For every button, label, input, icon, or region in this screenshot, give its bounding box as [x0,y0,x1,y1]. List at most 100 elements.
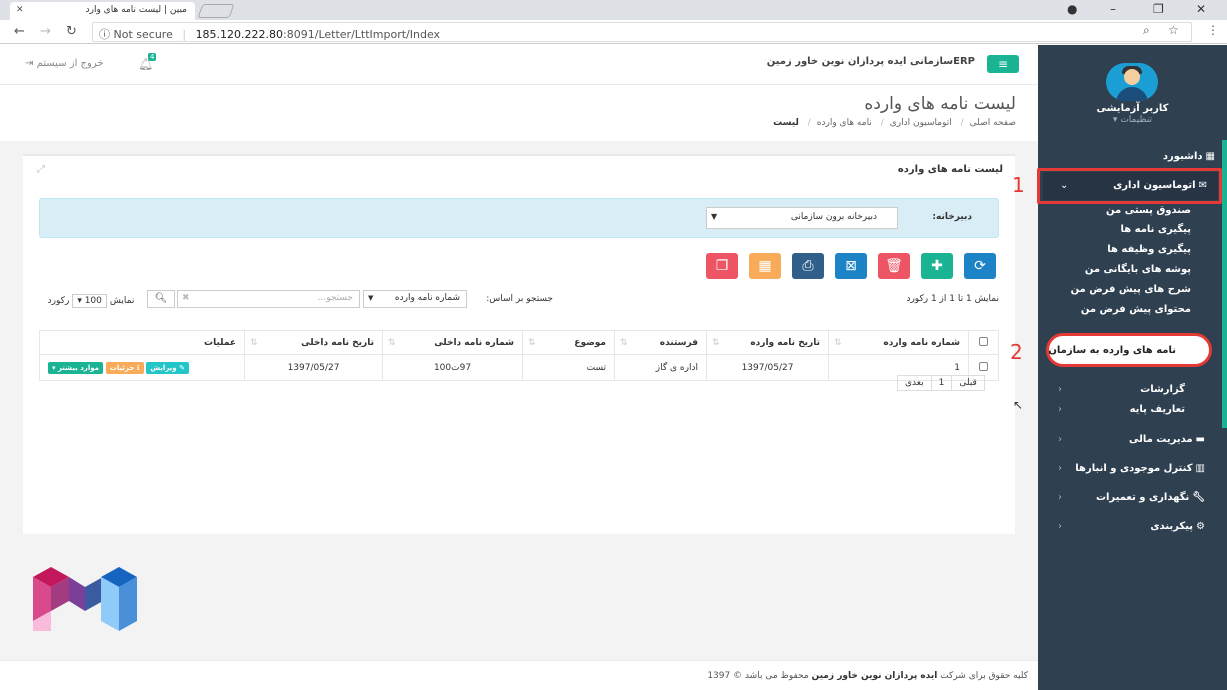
refresh-button[interactable]: ⟳ [964,253,996,279]
page-size-select[interactable]: 100 ▾ [72,294,107,308]
details-label: جزئیات [109,363,135,372]
page-title: لیست نامه های وارده [864,94,1016,114]
sidebar-item-base-definitions[interactable]: تعاریف پایه ‹ [1038,404,1227,415]
copy-icon: ❐ [715,258,729,274]
more-button[interactable]: موارد بیشتر ▾ [48,361,103,374]
close-tab-icon[interactable]: ✕ [16,5,24,15]
logout-link[interactable]: خروج از سیستم ⇥ [25,58,104,69]
search-input[interactable]: جستجو... ✖ [177,290,360,308]
brand-title: ERPسازمانی ایده پردازان نوین خاور زمین [766,56,975,67]
sidebar-item-archive-folders[interactable]: پوشه های بایگانی من [1085,264,1191,275]
col-internal-no[interactable]: شماره نامه داخلی ⇅ [382,330,523,355]
scroll-accent [1222,140,1227,428]
back-icon[interactable]: ← [14,24,25,39]
sidebar-item-office-automation[interactable]: ✉اتوماسیون اداری ⌄ [1038,180,1227,191]
print-button[interactable]: ⎙ [792,253,824,279]
page-1-button[interactable]: 1 [930,375,953,391]
user-settings-link[interactable]: تنظیمات ▾ [1038,115,1227,125]
cell-operations: موارد بیشتر ▾ ℹ جزئیات ✎ ویرایش [39,354,245,381]
cell-subject: تست [522,354,615,381]
zoom-icon[interactable]: ⌕ [1143,23,1150,38]
columns-button[interactable]: ▦ [749,253,781,279]
dropdown-arrow-icon: ▼ [711,212,718,221]
menu-toggle-button[interactable]: ≡ [987,55,1019,73]
breadcrumb-incoming[interactable]: نامه های وارده [817,118,872,128]
panel-title: لیست نامه های وارده [897,164,1003,175]
bookmark-star-icon[interactable]: ☆ [1168,23,1179,37]
clear-icon[interactable]: ✖ [182,293,190,303]
sidebar-item-finance[interactable]: ▬مدیریت مالی ‹ [1038,434,1227,445]
details-button[interactable]: ℹ جزئیات [105,361,144,374]
sidebar-item-task-tracking[interactable]: پیگیری وظیفه ها [1107,244,1191,255]
sidebar-item-reports[interactable]: گزارشات ‹ [1038,384,1227,395]
search-button[interactable]: 🔍︎ [147,290,175,308]
sidebar-item-configuration[interactable]: ⚙پیکربندی ‹ [1038,521,1227,532]
search-icon: 🔍︎ [154,293,168,304]
prev-page-button[interactable]: قبلی [951,375,985,391]
wallet-icon: ▬ [1195,434,1205,445]
new-tab-button[interactable] [197,4,235,18]
col-label: عملیات [204,337,236,348]
col-subject[interactable]: موضوع ⇅ [522,330,615,355]
sidebar-item-default-content[interactable]: محتوای پیش فرض من [1081,304,1191,315]
secretariat-select[interactable]: دبیرخانه برون سازمانی ▼ [706,207,898,229]
top-navbar: ≡ ERPسازمانی ایده پردازان نوین خاور زمین… [0,45,1038,85]
minimize-icon[interactable]: – [1110,2,1116,16]
col-letter-date[interactable]: تاریخ نامه وارده ⇅ [706,330,829,355]
logout-label: خروج از سیستم [36,58,104,69]
chevron-left-icon: ‹ [1058,463,1062,474]
user-name[interactable]: کاربر آزمایشی [1038,103,1227,114]
forward-icon[interactable]: → [40,24,51,39]
sidebar-item-maintenance[interactable]: 🔧︎نگهداری و تعمیرات ‹ [1038,492,1227,503]
checkbox[interactable] [979,336,988,346]
breadcrumb-home[interactable]: صفحه اصلی [970,118,1016,128]
sidebar-item-dashboard[interactable]: ▦داشبورد [1038,151,1227,162]
browser-tab[interactable]: مبین | لیست نامه های وارد ✕ [10,2,195,20]
search-placeholder: جستجو... [317,293,353,303]
add-button[interactable]: ✚ [921,253,953,279]
sidebar-item-incoming-org[interactable]: نامه های وارده به سازمان [1038,345,1227,356]
edit-button[interactable]: ✎ ویرایش [146,361,189,374]
maximize-icon[interactable]: ❐ [1153,2,1164,16]
checkbox[interactable] [979,361,988,371]
records-label: رکورد [47,296,70,306]
filter-label: دبیرخانه: [932,212,972,222]
next-page-button[interactable]: بعدی [897,375,932,391]
company-logo [33,567,137,631]
chart-icon: ▥ [1195,463,1205,474]
col-letter-no[interactable]: شماره نامه وارده ⇅ [828,330,969,355]
table-row[interactable]: 1 1397/05/27 اداره ی گاز تست 97ت100 1397… [39,354,999,381]
sidebar-item-mailbox[interactable]: صندوق پستی من [1106,205,1191,216]
not-secure-label: Not secure [113,28,173,41]
delete-button[interactable]: 🗑︎ [878,253,910,279]
avatar[interactable] [1106,63,1158,101]
excel-button[interactable]: ⊠ [835,253,867,279]
select-all-header[interactable] [968,330,999,355]
expand-icon[interactable]: ⤢ [37,164,45,175]
col-sender[interactable]: فرستنده ⇅ [614,330,707,355]
profile-icon[interactable]: ● [1067,2,1077,16]
browser-menu-icon[interactable]: ⋮ [1207,23,1219,37]
col-label: فرستنده [659,337,698,348]
copy-button[interactable]: ❐ [706,253,738,279]
reload-icon[interactable]: ↻ [66,24,77,39]
envelope-icon: ✉ [1198,180,1207,191]
sidebar-item-letter-tracking[interactable]: پیگیری نامه ها [1120,224,1191,235]
search-field-select[interactable]: شماره نامه وارده ▼ [363,290,467,308]
url-host: 185.120.222.80 [195,28,284,41]
url-field[interactable]: ⓘ Not secure | 185.120.222.80:8091/Lette… [92,22,1192,42]
settings-label: تنظیمات [1120,115,1153,125]
address-bar-row: ← → ↻ ⓘ Not secure | 185.120.222.80:8091… [0,20,1227,44]
col-internal-date[interactable]: تاریخ نامه داخلی ⇅ [244,330,383,355]
mouse-cursor-icon: ↖ [1013,398,1024,412]
close-window-icon[interactable]: ✕ [1196,2,1206,16]
logout-icon: ⇥ [25,58,34,69]
breadcrumb-office[interactable]: اتوماسیون اداری [890,118,952,128]
cell-sender: اداره ی گاز [614,354,707,381]
edit-label: ویرایش [150,363,177,372]
sidebar-item-default-descriptions[interactable]: شرح های پیش فرض من [1071,284,1191,295]
sort-icon: ⇅ [250,337,258,348]
sidebar-item-inventory[interactable]: ▥کنترل موجودی و انبارها ‹ [1038,463,1227,474]
pencil-icon: ✎ [179,363,185,372]
col-label: تاریخ نامه داخلی [301,337,374,348]
